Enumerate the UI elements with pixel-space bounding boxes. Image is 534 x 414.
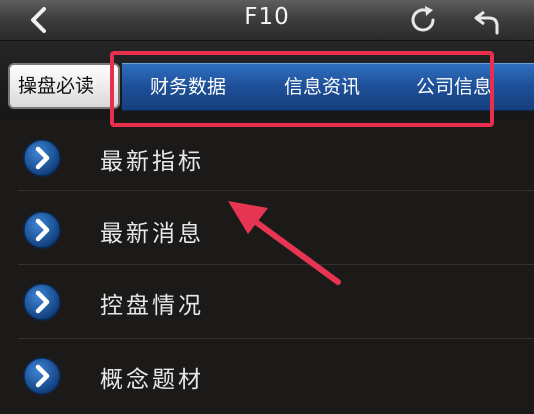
divider [18,338,534,339]
divider [18,264,534,265]
list-item-latest-indicators[interactable]: 最新指标 [0,122,534,196]
chevron-right-circle-icon [23,211,61,249]
undo-arrow-icon[interactable] [470,3,504,37]
chevron-right-circle-icon [23,283,61,321]
chevron-right-circle-icon [23,357,61,395]
list-item-latest-news[interactable]: 最新消息 [0,194,534,268]
list-item-label: 最新指标 [100,149,204,175]
tab-group: 财务数据 信息资讯 公司信息 [122,63,534,111]
page-title: F10 [244,4,290,30]
chevron-right-circle-icon [23,139,61,177]
list-item-label: 控盘情况 [100,293,204,319]
refresh-icon[interactable] [406,3,440,37]
tab-news-info[interactable]: 信息资讯 [284,64,360,110]
list-item-label: 概念题材 [100,367,204,393]
tab-must-read[interactable]: 操盘必读 [8,63,120,109]
tab-financial-data[interactable]: 财务数据 [150,64,226,110]
divider [18,190,534,191]
list-item-label: 最新消息 [100,221,204,247]
list-item-concept-theme[interactable]: 概念题材 [0,340,534,414]
tab-company-info[interactable]: 公司信息 [416,64,492,110]
top-nav-bar: F10 [0,0,534,41]
list-item-holding-control[interactable]: 控盘情况 [0,266,534,340]
